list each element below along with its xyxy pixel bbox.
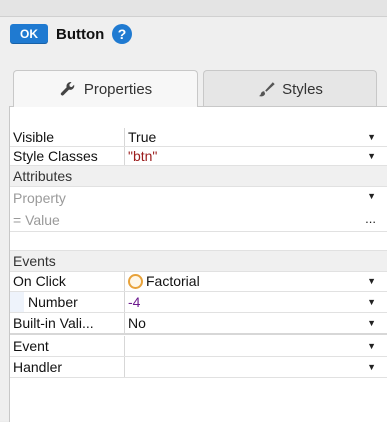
dropdown-arrow-icon[interactable]: ▼	[367, 341, 376, 351]
attribute-property-placeholder[interactable]: Property	[13, 190, 66, 206]
event-row[interactable]: Event ▼	[10, 336, 387, 357]
on-click-row[interactable]: On Click Factorial ▼	[10, 271, 387, 292]
attributes-section: Attributes	[10, 166, 387, 187]
function-ring-icon	[128, 273, 143, 289]
on-click-label: On Click	[13, 273, 66, 289]
builtin-validation-row[interactable]: Built-in Vali... No ▼	[10, 313, 387, 335]
style-classes-row[interactable]: Style Classes "btn" ▼	[10, 147, 387, 166]
wrench-icon	[59, 80, 77, 98]
dropdown-arrow-icon[interactable]: ▼	[367, 318, 376, 328]
event-label: Event	[13, 338, 49, 354]
dropdown-arrow-icon[interactable]: ▼	[367, 151, 376, 161]
tab-properties[interactable]: Properties	[13, 70, 198, 107]
builtin-validation-label: Built-in Vali...	[13, 315, 94, 331]
on-click-value[interactable]: Factorial	[128, 273, 200, 289]
tab-styles-label: Styles	[282, 80, 323, 98]
tab-styles[interactable]: Styles	[203, 70, 377, 107]
column-divider	[124, 313, 125, 333]
dropdown-arrow-icon[interactable]: ▼	[367, 276, 376, 286]
events-section-label: Events	[13, 253, 56, 269]
component-badge: OK	[10, 24, 48, 44]
component-title: Button	[56, 25, 105, 43]
handler-row[interactable]: Handler ▼	[10, 357, 387, 378]
on-click-handler-name: Factorial	[146, 273, 200, 289]
number-value[interactable]: -4	[128, 294, 140, 310]
brush-icon	[257, 80, 275, 98]
top-band	[0, 0, 387, 17]
help-icon[interactable]: ?	[112, 24, 133, 44]
column-divider	[124, 147, 125, 165]
property-grid: Visible True ▼ Style Classes "btn" ▼ Att…	[9, 106, 387, 422]
column-divider	[124, 357, 125, 377]
column-divider	[124, 336, 125, 356]
column-divider	[124, 271, 125, 291]
events-section: Events	[10, 250, 387, 272]
attribute-value-row[interactable]: = Value ...	[10, 209, 387, 232]
builtin-validation-value[interactable]: No	[128, 315, 146, 331]
attribute-value-placeholder[interactable]: = Value	[13, 212, 60, 228]
style-classes-label: Style Classes	[13, 148, 98, 164]
svg-text:?: ?	[118, 26, 127, 42]
visible-label: Visible	[13, 129, 54, 145]
column-divider	[124, 292, 125, 312]
visible-row[interactable]: Visible True ▼	[10, 128, 387, 147]
dropdown-arrow-icon[interactable]: ▼	[367, 191, 376, 201]
attributes-section-label: Attributes	[13, 168, 73, 184]
number-row[interactable]: Number -4 ▼	[10, 292, 387, 313]
dropdown-arrow-icon[interactable]: ▼	[367, 362, 376, 372]
handler-label: Handler	[13, 359, 63, 375]
visible-value[interactable]: True	[128, 129, 156, 145]
panel-header: OK Button ?	[10, 22, 133, 46]
tab-properties-label: Properties	[83, 80, 153, 98]
style-classes-value[interactable]: "btn"	[128, 148, 157, 164]
indent-bar	[10, 292, 24, 312]
dropdown-arrow-icon[interactable]: ▼	[367, 297, 376, 307]
dropdown-arrow-icon[interactable]: ▼	[367, 132, 376, 142]
column-divider	[124, 128, 125, 146]
attribute-property-row[interactable]: Property ▼	[10, 187, 387, 209]
more-button[interactable]: ...	[365, 211, 376, 226]
number-label: Number	[28, 294, 78, 310]
